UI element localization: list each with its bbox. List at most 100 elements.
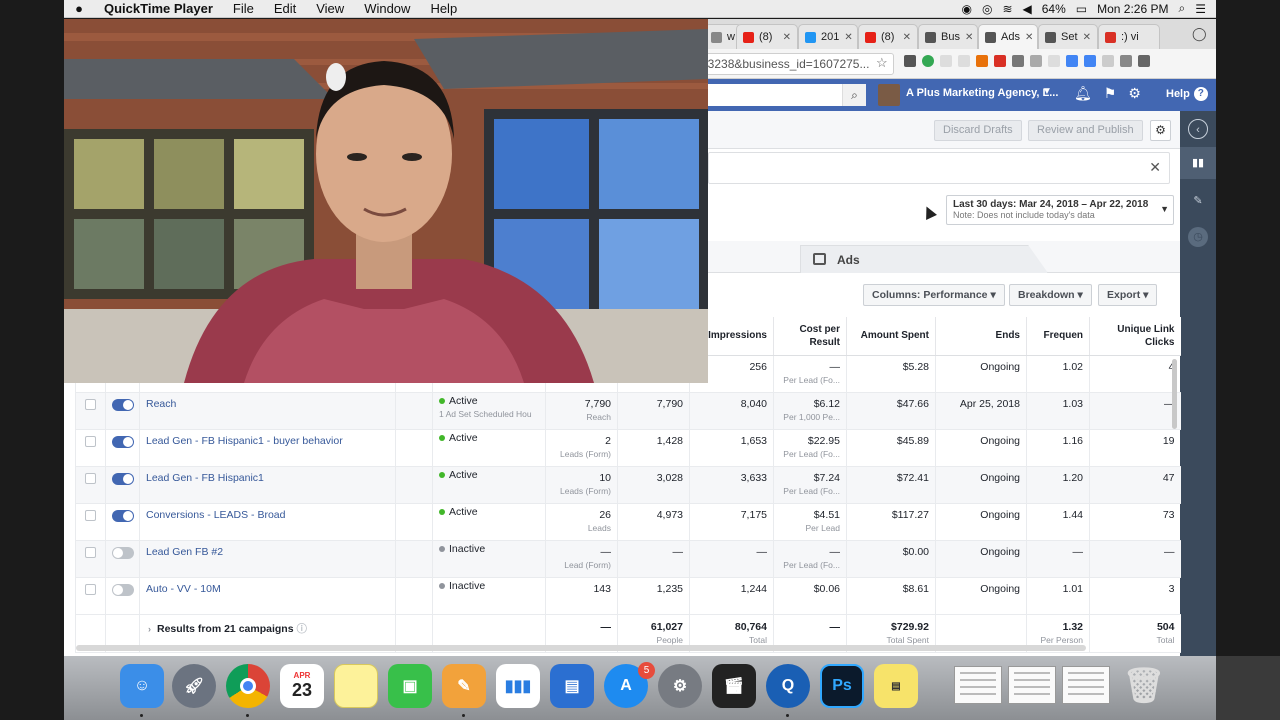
notifications-icon[interactable]: 🔔︎ — [1074, 85, 1092, 102]
expand-arrow-icon[interactable]: › — [148, 624, 151, 634]
row-checkbox[interactable] — [85, 398, 96, 410]
photoshop-icon[interactable]: Ps — [820, 664, 864, 708]
facetime-icon[interactable]: ▣ — [388, 664, 432, 708]
menu-edit[interactable]: Edit — [264, 1, 306, 16]
notes-icon[interactable] — [334, 664, 378, 708]
row-checkbox[interactable] — [85, 435, 96, 447]
tab-close-icon[interactable]: ✕ — [965, 32, 973, 43]
campaign-name[interactable]: Conversions - LEADS - Broad — [139, 503, 396, 541]
extension-icon[interactable] — [1102, 55, 1114, 67]
gear-icon[interactable]: ⚙ — [1128, 85, 1141, 102]
discard-drafts-button[interactable]: Discard Drafts — [934, 120, 1022, 141]
extension-icon[interactable] — [1084, 55, 1096, 67]
table-row[interactable]: Lead Gen - FB Hispanic1 Active 10 Leads (Fo… — [75, 466, 1181, 504]
quicktime-icon[interactable]: Q — [766, 664, 810, 708]
table-row[interactable]: Lead Gen FB #2 Inactive — Lead (Form) — — — Per… — [75, 540, 1181, 578]
menu-file[interactable]: File — [223, 1, 264, 16]
extension-icon[interactable] — [1120, 55, 1132, 67]
review-publish-button[interactable]: Review and Publish — [1028, 120, 1143, 141]
browser-tab[interactable]: (8) ✕ — [858, 24, 918, 49]
extension-icon[interactable] — [1138, 55, 1150, 67]
system-preferences-icon[interactable]: ⚙ — [658, 664, 702, 708]
settings-gear-icon[interactable]: ⚙ — [1150, 120, 1171, 141]
extension-icon[interactable] — [940, 55, 952, 67]
extension-icon[interactable] — [976, 55, 988, 67]
bookmark-star-icon[interactable]: ☆ — [876, 55, 888, 71]
document-thumbnail[interactable] — [954, 666, 1002, 704]
tab-close-icon[interactable]: ✕ — [1083, 32, 1091, 43]
extension-icon[interactable] — [904, 55, 916, 67]
edit-pencil-icon[interactable]: ✎ — [1188, 191, 1208, 211]
campaign-name[interactable]: Auto - VV - 10M — [139, 577, 396, 615]
browser-tab[interactable]: Bus ✕ — [918, 24, 978, 49]
document-thumbnail[interactable] — [1062, 666, 1110, 704]
chrome-icon[interactable] — [226, 664, 270, 708]
calendar-icon[interactable]: APR 23 — [280, 664, 324, 708]
search-filter-input[interactable]: ✕ — [708, 152, 1170, 184]
flag-icon[interactable]: ⚑ — [1104, 85, 1117, 102]
fb-search-input[interactable]: ⌕ — [704, 84, 866, 106]
document-thumbnail[interactable] — [1008, 666, 1056, 704]
pages-icon[interactable]: ✎ — [442, 664, 486, 708]
table-row[interactable]: Conversions - LEADS - Broad Active 26 Leads… — [75, 503, 1181, 541]
avatar[interactable] — [878, 84, 900, 106]
campaign-toggle[interactable] — [112, 546, 134, 559]
extension-icon[interactable] — [1012, 55, 1024, 67]
row-checkbox[interactable] — [85, 509, 96, 521]
wifi-icon[interactable]: ≋ — [1002, 2, 1012, 16]
chevron-down-icon[interactable]: ▼ — [1042, 86, 1052, 97]
campaign-toggle[interactable] — [112, 583, 134, 596]
battery-icon[interactable]: ▭ — [1076, 2, 1087, 16]
horizontal-scrollbar[interactable] — [76, 645, 1086, 651]
account-name[interactable]: A Plus Marketing Agency, L... — [906, 87, 1058, 99]
battery-percent[interactable]: 64% — [1042, 2, 1066, 16]
tab-close-icon[interactable]: ✕ — [903, 32, 911, 43]
menu-window[interactable]: Window — [354, 1, 420, 16]
tab-close-icon[interactable]: ✕ — [783, 32, 791, 43]
info-icon[interactable]: ⓘ — [296, 623, 307, 635]
browser-tab[interactable]: (8) ✕ — [736, 24, 798, 49]
browser-tab[interactable]: Set ✕ — [1038, 24, 1098, 49]
sync-icon[interactable]: ◎ — [982, 2, 992, 16]
col-cost-per-result[interactable]: Cost per Result — [773, 317, 847, 356]
record-icon[interactable]: ◉ — [961, 2, 971, 16]
history-clock-icon[interactable]: ◷ — [1188, 227, 1208, 247]
col-amount-spent[interactable]: Amount Spent — [846, 317, 936, 356]
browser-tab-active[interactable]: Ads ✕ — [978, 24, 1038, 49]
menubar-clock[interactable]: Mon 2:26 PM — [1097, 2, 1168, 16]
campaign-toggle[interactable] — [112, 435, 134, 448]
spotlight-search-icon[interactable]: ⌕ — [1179, 1, 1186, 16]
campaign-name[interactable]: Lead Gen FB #2 — [139, 540, 396, 578]
browser-tab[interactable]: 201 ✕ — [798, 24, 858, 49]
table-row[interactable]: Auto - VV - 10M Inactive 143 1,235 1,244 $0.0… — [75, 577, 1181, 615]
campaign-name[interactable]: Lead Gen - FB Hispanic1 — [139, 466, 396, 504]
extension-icon[interactable] — [994, 55, 1006, 67]
campaign-toggle[interactable] — [112, 472, 134, 485]
col-unique-link-clicks[interactable]: Unique Link Clicks — [1089, 317, 1181, 356]
clear-filter-icon[interactable]: ✕ — [1149, 159, 1161, 176]
date-range-picker[interactable]: Last 30 days: Mar 24, 2018 – Apr 22, 201… — [946, 195, 1174, 225]
collapse-icon[interactable]: ‹ — [1188, 119, 1208, 139]
row-checkbox[interactable] — [85, 546, 96, 558]
search-icon[interactable]: ⌕ — [842, 84, 866, 106]
bar-chart-icon[interactable]: ▮▮ — [1180, 147, 1216, 179]
tab-close-icon[interactable]: ✕ — [1025, 32, 1033, 43]
row-checkbox[interactable] — [85, 583, 96, 595]
menu-app-name[interactable]: QuickTime Player — [94, 1, 223, 16]
vertical-scrollbar[interactable] — [1172, 359, 1177, 429]
browser-tab[interactable]: :) vi — [1098, 24, 1160, 49]
address-bar[interactable]: 33238&business_id=1607275... — [694, 53, 894, 75]
col-ends[interactable]: Ends — [935, 317, 1027, 356]
extension-icon[interactable] — [958, 55, 970, 67]
table-row[interactable]: Reach Active 1 Ad Set Scheduled Hou 7,790 Re… — [75, 392, 1181, 430]
breakdown-dropdown[interactable]: Breakdown ▾ — [1009, 284, 1092, 306]
extension-icon[interactable] — [1066, 55, 1078, 67]
extension-icon[interactable] — [1030, 55, 1042, 67]
apple-menu-icon[interactable]: ● — [64, 1, 94, 16]
tab-close-icon[interactable]: ✕ — [844, 32, 852, 43]
table-row[interactable]: Lead Gen - FB Hispanic1 - buyer behavior… — [75, 429, 1181, 467]
stickies-icon[interactable]: ▤ — [874, 664, 918, 708]
launchpad-icon[interactable]: 🚀︎ — [172, 664, 216, 708]
volume-icon[interactable]: ◀ — [1023, 2, 1032, 16]
campaign-toggle[interactable] — [112, 509, 134, 522]
